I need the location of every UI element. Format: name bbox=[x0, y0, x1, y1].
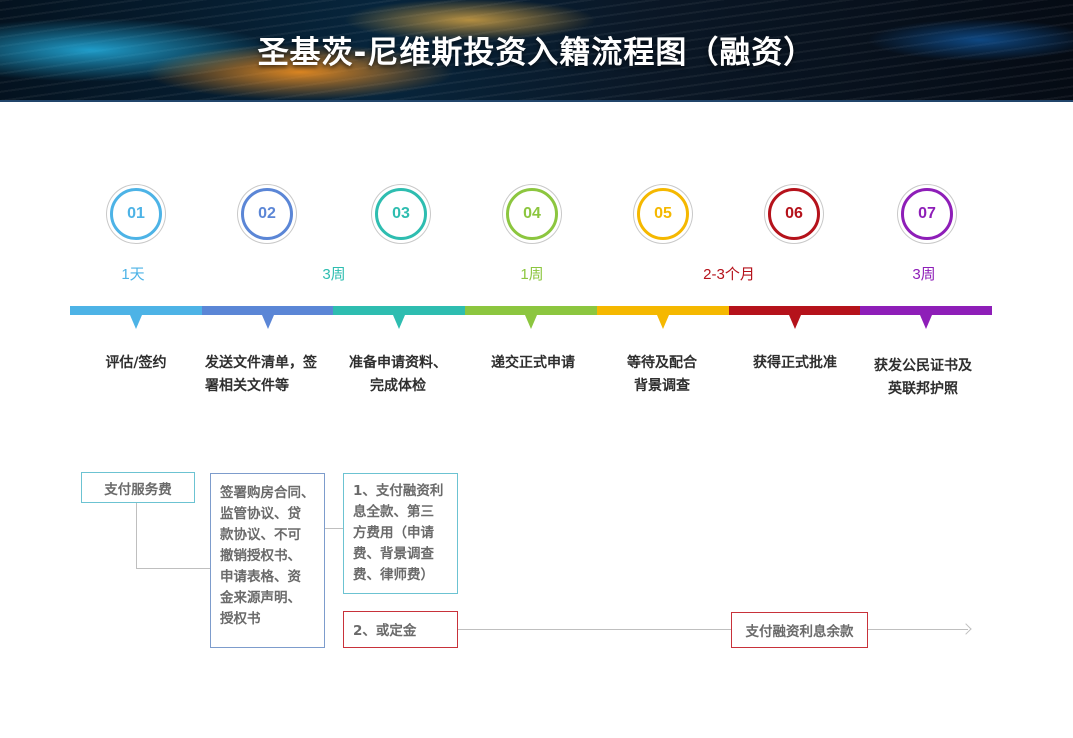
step-number: 05 bbox=[654, 205, 672, 222]
connector-line bbox=[868, 629, 968, 630]
step-05-circle: 05 bbox=[637, 188, 689, 240]
step-01-duration: 1天 bbox=[121, 266, 145, 283]
step-02-pointer bbox=[262, 315, 274, 329]
connector-line bbox=[324, 528, 343, 529]
pay-balance-text: 支付融资利息余款 bbox=[745, 624, 854, 640]
step-number: 02 bbox=[258, 205, 276, 222]
pay-service-fee-text: 支付服务费 bbox=[104, 481, 172, 498]
step-number: 06 bbox=[785, 205, 803, 222]
connector-line bbox=[458, 629, 731, 630]
step-02-circle: 02 bbox=[241, 188, 293, 240]
timeline-segment-07 bbox=[860, 306, 992, 315]
step-06-label: 获得正式批准 bbox=[753, 355, 837, 371]
page-title: 圣基茨-尼维斯投资入籍流程图（融资） bbox=[257, 35, 816, 71]
pay-financing-text: 1、支付融资利 息全款、第三 方费用（申请 费、背景调查 费、律师费） bbox=[353, 483, 444, 583]
sign-documents-text: 签署购房合同、 监管协议、贷 款协议、不可 撤销授权书、 申请表格、资 金来源声… bbox=[220, 485, 315, 627]
connector-line bbox=[136, 503, 137, 569]
connector-line bbox=[136, 568, 210, 569]
step-05-pointer bbox=[657, 315, 669, 329]
timeline-segment-04 bbox=[465, 306, 597, 315]
pay-balance-box: 支付融资利息余款 bbox=[731, 612, 868, 648]
timeline-segment-03 bbox=[333, 306, 465, 315]
step-07-circle: 07 bbox=[901, 188, 953, 240]
step-01-label: 评估/签约 bbox=[105, 355, 167, 371]
step-04-duration: 1周 bbox=[520, 266, 544, 283]
timeline-segment-05 bbox=[597, 306, 729, 315]
pay-service-fee-box: 支付服务费 bbox=[81, 472, 195, 503]
step-05-label: 等待及配合 背景调查 bbox=[627, 355, 697, 394]
step-number: 04 bbox=[523, 205, 541, 222]
step-number: 01 bbox=[127, 205, 145, 222]
step-number: 07 bbox=[918, 205, 936, 222]
step-04-label: 递交正式申请 bbox=[491, 355, 575, 371]
arrow-head-icon bbox=[960, 623, 972, 635]
step-03-duration: 3周 bbox=[322, 266, 346, 283]
timeline-segment-06 bbox=[729, 306, 860, 315]
step-06-pointer bbox=[789, 315, 801, 329]
step-01-circle: 01 bbox=[110, 188, 162, 240]
step-03-pointer bbox=[393, 315, 405, 329]
step-02-label: 发送文件清单，签 署相关文件等 bbox=[205, 355, 317, 394]
header-banner: 圣基茨-尼维斯投资入籍流程图（融资） bbox=[0, 0, 1073, 102]
step-07-pointer bbox=[920, 315, 932, 329]
step-number: 03 bbox=[392, 205, 410, 222]
step-03-label: 准备申请资料、 完成体检 bbox=[349, 355, 447, 394]
step-07-label: 获发公民证书及 英联邦护照 bbox=[874, 358, 972, 397]
step-04-circle: 04 bbox=[506, 188, 558, 240]
step-06-circle: 06 bbox=[768, 188, 820, 240]
step-03-circle: 03 bbox=[375, 188, 427, 240]
step-04-pointer bbox=[525, 315, 537, 329]
timeline-segment-02 bbox=[202, 306, 333, 315]
step-06-duration: 2-3个月 bbox=[703, 266, 755, 283]
or-deposit-box: 2、或定金 bbox=[343, 611, 458, 648]
step-01-pointer bbox=[130, 315, 142, 329]
timeline-segment-01 bbox=[70, 306, 202, 315]
pay-financing-box: 1、支付融资利 息全款、第三 方费用（申请 费、背景调查 费、律师费） bbox=[343, 473, 458, 594]
or-deposit-text: 2、或定金 bbox=[353, 623, 417, 639]
step-07-duration: 3周 bbox=[912, 266, 936, 283]
sign-documents-box: 签署购房合同、 监管协议、贷 款协议、不可 撤销授权书、 申请表格、资 金来源声… bbox=[210, 473, 325, 648]
